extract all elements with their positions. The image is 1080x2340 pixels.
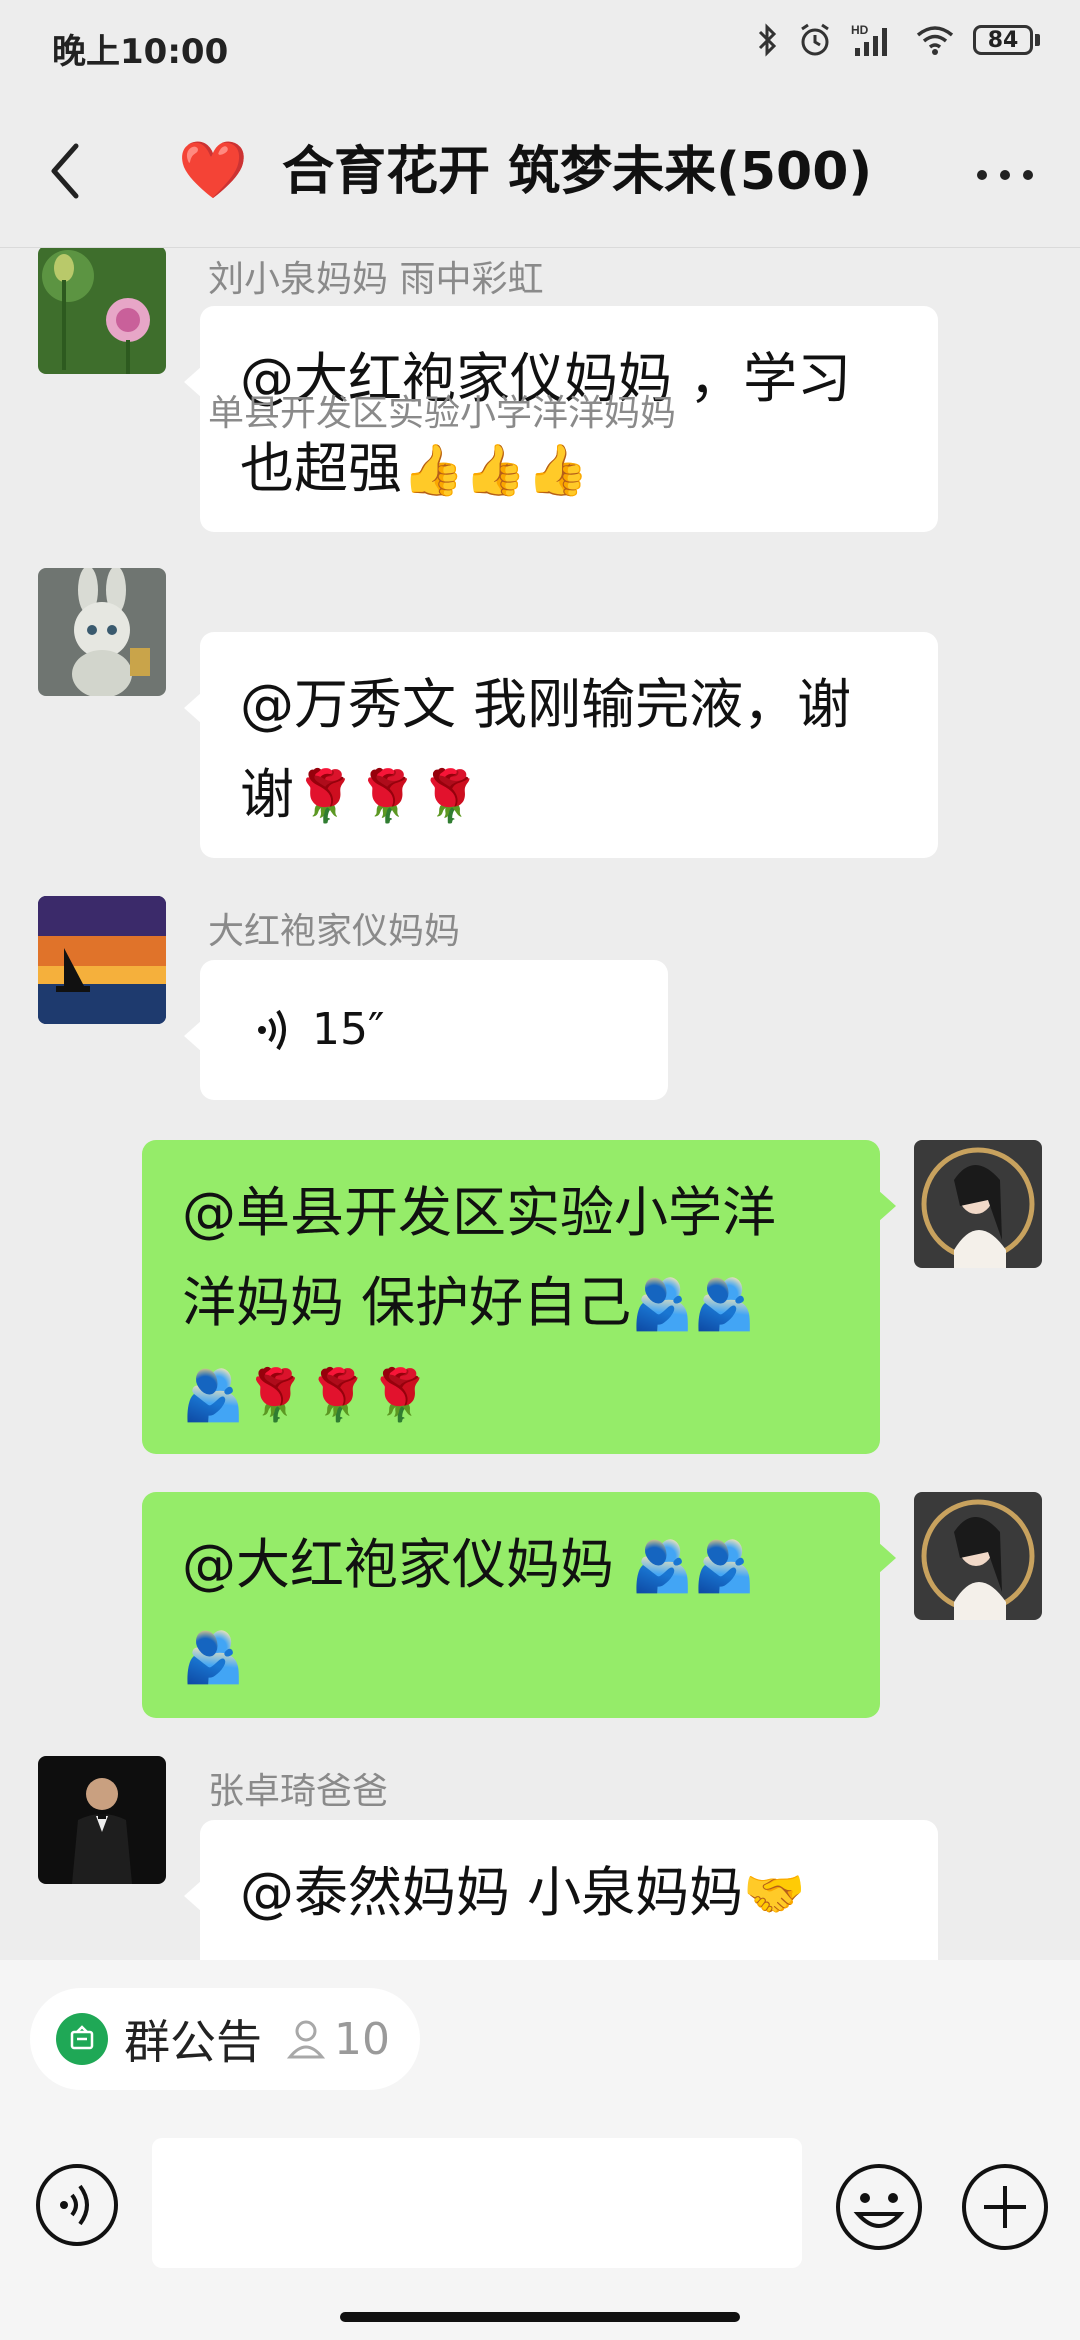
battery-tip (1035, 34, 1040, 46)
bluetooth-icon (758, 23, 777, 57)
notice-icon (56, 2013, 108, 2065)
message-text-line2: 洋妈妈 保护好自己🫂🫂 (182, 1271, 756, 1334)
sender-name: 大红袍家仪妈妈 (208, 911, 461, 952)
handshake-emoji-icon: 🤝 (743, 1865, 806, 1923)
voice-duration: 15″ (312, 1004, 385, 1055)
voice-input-icon[interactable] (34, 2162, 120, 2248)
message-text: @单县开发区实验小学洋 (182, 1181, 776, 1244)
chat-header: ❤️ 合育花开 筑梦未来(500) (0, 92, 1080, 248)
more-options-icon[interactable] (970, 150, 1040, 200)
status-icons: HD 84 (757, 22, 1040, 58)
group-notice-button[interactable]: 群公告 10 (30, 1988, 420, 2090)
alarm-icon (801, 23, 829, 56)
girl-portrait-avatar[interactable] (914, 1140, 1042, 1268)
notice-label: 群公告 (124, 2015, 262, 2069)
message-list[interactable]: 刘小泉妈妈 雨中彩虹 @大红袍家仪妈妈 ，学习 也超强👍👍👍 单县开发区实验小学… (0, 248, 1080, 1960)
message-bubble[interactable]: @万秀文 我刚输完液，谢 谢🌹🌹🌹 (184, 632, 938, 858)
message-text-line2: 谢🌹🌹🌹 (240, 763, 481, 826)
hug-emoji-icon: 🫂 (182, 1628, 245, 1686)
lotus-flower-avatar[interactable] (38, 248, 166, 374)
home-indicator[interactable] (340, 2312, 740, 2322)
voice-wave-icon (258, 1009, 286, 1051)
hd-label: HD (851, 23, 869, 37)
sender-name: 张卓琦爸爸 (208, 1771, 389, 1812)
message-bubble[interactable]: @泰然妈妈 小泉妈妈🤝 (184, 1820, 938, 1960)
voice-message-bubble[interactable]: 15″ (184, 960, 668, 1100)
man-in-suit-avatar[interactable] (38, 1756, 166, 1884)
girl-portrait-avatar[interactable] (914, 1492, 1042, 1620)
hug-emoji-icon: 🫂🫂 (631, 1275, 756, 1333)
message-text: @万秀文 我刚输完液，谢 (240, 673, 852, 736)
emoji-icon[interactable] (834, 2162, 924, 2252)
sender-name: 刘小泉妈妈 雨中彩虹 (208, 259, 544, 300)
hug-rose-emoji-icon: 🫂🌹🌹🌹 (182, 1366, 432, 1424)
status-time: 晚上10:00 (52, 32, 229, 72)
notice-count: 10 (334, 2013, 390, 2065)
sender-name: 单县开发区实验小学洋洋妈妈 (208, 393, 677, 434)
input-bar (0, 2130, 1080, 2340)
person-icon (286, 2020, 326, 2059)
plus-icon[interactable] (960, 2162, 1050, 2252)
wifi-icon (916, 26, 954, 55)
rose-emoji-icon: 🌹🌹🌹 (294, 767, 481, 825)
self-message-bubble[interactable]: @大红袍家仪妈妈 🫂🫂 🫂 (142, 1492, 896, 1718)
message-text-line2: 也超强👍👍👍 (240, 437, 589, 500)
bunny-figure-avatar[interactable] (38, 568, 166, 696)
sunset-sailboat-avatar[interactable] (38, 896, 166, 1024)
message-emoji-line2: 🫂 (182, 1611, 840, 1702)
hug-emoji-icon: 🫂🫂 (631, 1537, 756, 1595)
chat-title: 合育花开 筑梦未来(500) (282, 142, 873, 202)
back-icon[interactable] (40, 136, 100, 206)
battery-indicator: 84 (973, 25, 1040, 55)
notice-area: 群公告 10 (0, 1960, 1080, 2130)
message-text: @大红袍家仪妈妈 🫂🫂 (182, 1533, 756, 1596)
signal-icon: HD (851, 23, 887, 56)
status-bar: 晚上10:00 HD 84 (0, 0, 1080, 92)
message-emoji-line3: 🫂🌹🌹🌹 (182, 1349, 840, 1440)
message-text: @泰然妈妈 小泉妈妈🤝 (240, 1861, 806, 1924)
heart-emoji-icon: ❤️ (178, 138, 248, 203)
thumbs-up-emoji-icon: 👍👍👍 (402, 441, 589, 499)
battery-level: 84 (973, 25, 1033, 55)
self-message-bubble[interactable]: @单县开发区实验小学洋 洋妈妈 保护好自己🫂🫂 🫂🌹🌹🌹 (142, 1140, 896, 1454)
message-input[interactable] (152, 2138, 802, 2268)
